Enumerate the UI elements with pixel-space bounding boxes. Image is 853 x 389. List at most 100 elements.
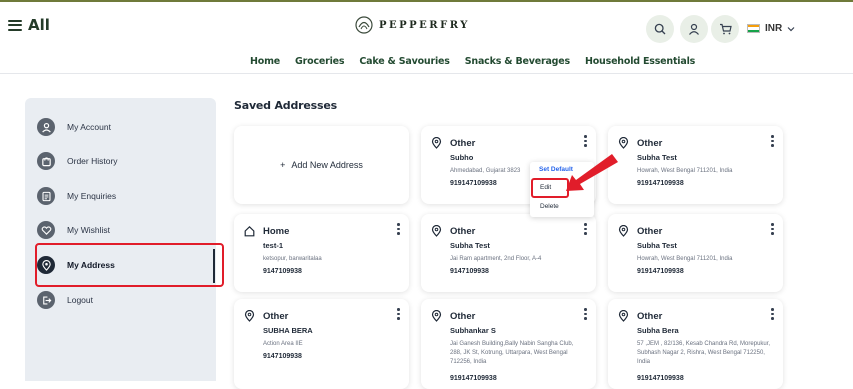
sidebar-item-my-account[interactable]: My Account (37, 118, 111, 136)
address-type: Other (450, 137, 476, 149)
logo[interactable]: PEPPERFRY (353, 15, 470, 35)
address-card[interactable]: Other SUBHA BERA Action Area IIE 9147109… (234, 299, 409, 389)
more-options-icon[interactable] (771, 308, 774, 320)
address-phone: 919147109938 (637, 268, 684, 275)
logo-text: PEPPERFRY (379, 19, 470, 31)
sidebar-item-label: My Account (67, 122, 111, 132)
nav-cake-savouries[interactable]: Cake & Savouries (359, 56, 450, 67)
sidebar-item-label: Order History (67, 156, 118, 166)
more-options-icon[interactable] (771, 223, 774, 235)
search-button[interactable] (646, 15, 674, 43)
address-text: Howrah, West Bengal 711201, India (637, 256, 733, 262)
address-card-header: Other (431, 137, 475, 149)
more-options-icon[interactable] (584, 308, 587, 320)
more-options-icon[interactable] (397, 223, 400, 235)
address-card[interactable]: Other Subha Test Jai Ram apartment, 2nd … (421, 214, 596, 292)
nav-snacks-beverages[interactable]: Snacks & Beverages (465, 56, 570, 67)
address-type: Home (263, 225, 290, 237)
location-pin-icon (431, 137, 442, 149)
address-card-header: Other (618, 225, 662, 237)
address-phone: 9147109938 (263, 353, 302, 360)
heart-icon (37, 221, 55, 239)
address-name: Subha Bera (637, 326, 679, 335)
address-text: Jai Ram apartment, 2nd Floor, A-4 (450, 256, 542, 262)
nav-household-essentials[interactable]: Household Essentials (585, 56, 695, 67)
address-name: Subhankar S (450, 326, 496, 335)
location-pin-icon (431, 225, 442, 237)
address-type: Other (450, 310, 476, 322)
address-text: Howrah, West Bengal 711201, India (637, 168, 733, 174)
all-categories-button[interactable]: All (8, 16, 50, 34)
sidebar-item-label: My Wishlist (67, 225, 110, 235)
hamburger-menu-icon (8, 19, 22, 31)
search-icon (654, 23, 666, 35)
address-card-header: Home (244, 225, 289, 237)
document-icon (37, 187, 55, 205)
currency-selector[interactable]: INR (747, 23, 795, 34)
address-type: Other (263, 310, 289, 322)
address-text: Jai Ganesh Building,Bally Nabin Sangha C… (450, 341, 574, 365)
sidebar-item-label: Logout (67, 295, 93, 305)
location-pin-icon (618, 137, 629, 149)
address-name: Subho (450, 153, 474, 162)
chevron-down-icon (787, 26, 795, 31)
plus-icon: + (280, 160, 286, 170)
india-flag-icon (747, 24, 760, 33)
address-name: Subha Test (637, 241, 677, 250)
address-phone: 9147109938 (263, 268, 302, 275)
address-name: Subha Test (450, 241, 490, 250)
more-options-icon[interactable] (397, 308, 400, 320)
address-card[interactable]: Other Subhankar S Jai Ganesh Building,Ba… (421, 299, 596, 389)
sidebar-item-order-history[interactable]: Order History (37, 152, 118, 170)
address-type: Other (450, 225, 476, 237)
sidebar-item-logout[interactable]: Logout (37, 291, 93, 309)
header-divider (0, 73, 853, 74)
more-options-icon[interactable] (771, 135, 774, 147)
user-icon (689, 23, 699, 35)
address-name: SUBHA BERA (263, 326, 313, 335)
address-card[interactable]: Other Subha Test Howrah, West Bengal 711… (608, 126, 783, 204)
address-card-header: Other (244, 310, 288, 322)
header: All PEPPERFRY INR Home Groceries Cake & … (0, 0, 853, 74)
address-phone: 919147109938 (450, 180, 497, 187)
main-nav: Home Groceries Cake & Savouries Snacks &… (250, 56, 695, 67)
logo-icon (355, 16, 373, 34)
address-type: Other (637, 137, 663, 149)
more-options-icon[interactable] (584, 135, 587, 147)
highlight-box-my-address (35, 243, 224, 287)
address-text: 57 ,JEM , 82/136, Kesab Chandra Rd, More… (637, 341, 771, 365)
address-type: Other (637, 225, 663, 237)
sidebar-item-my-enquiries[interactable]: My Enquiries (37, 187, 116, 205)
delete-option[interactable]: Delete (540, 203, 559, 210)
address-card-header: Other (618, 310, 662, 322)
page-title: Saved Addresses (234, 99, 337, 112)
cart-icon (719, 23, 732, 35)
logout-icon (37, 291, 55, 309)
address-text: ketsopur, barwaritalaa (263, 256, 322, 262)
address-card-header: Other (431, 225, 475, 237)
address-card[interactable]: Home test-1 ketsopur, barwaritalaa 91471… (234, 214, 409, 292)
address-name: test-1 (263, 241, 284, 250)
address-type: Other (637, 310, 663, 322)
nav-home[interactable]: Home (250, 56, 280, 67)
cart-button[interactable] (711, 15, 739, 43)
address-text: Action Area IIE (263, 341, 303, 347)
all-label: All (28, 16, 50, 34)
address-card[interactable]: Other Subha Bera 57 ,JEM , 82/136, Kesab… (608, 299, 783, 389)
more-options-icon[interactable] (584, 223, 587, 235)
home-icon (244, 225, 255, 237)
address-name: Subha Test (637, 153, 677, 162)
address-card-header: Other (618, 137, 662, 149)
location-pin-icon (431, 310, 442, 322)
add-new-address-button[interactable]: + Add New Address (234, 126, 409, 204)
sidebar-item-my-wishlist[interactable]: My Wishlist (37, 221, 110, 239)
bag-icon (37, 152, 55, 170)
address-phone: 9147109938 (450, 268, 489, 275)
nav-groceries[interactable]: Groceries (295, 56, 345, 67)
address-card[interactable]: Other Subha Test Howrah, West Bengal 711… (608, 214, 783, 292)
location-pin-icon (244, 310, 255, 322)
annotation-arrow-icon (566, 154, 618, 191)
account-button[interactable] (680, 15, 708, 43)
user-icon (37, 118, 55, 136)
address-phone: 919147109938 (637, 180, 684, 187)
